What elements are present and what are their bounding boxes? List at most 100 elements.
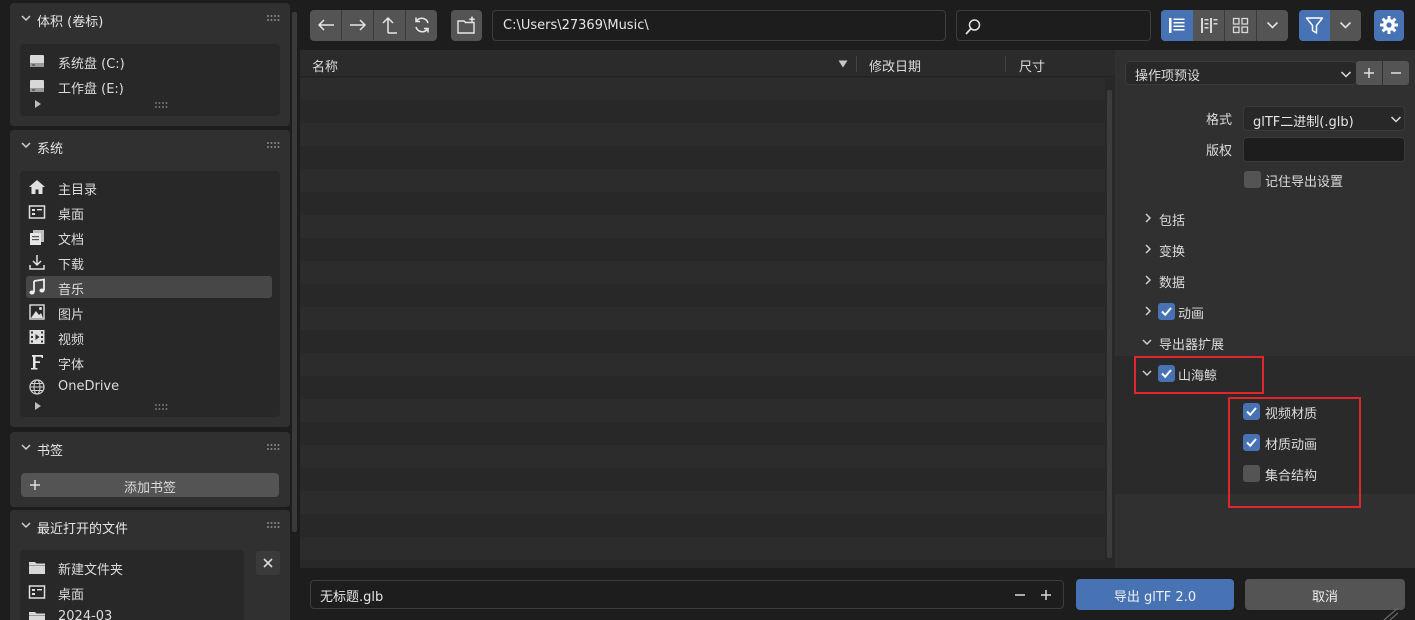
folder-icon [29, 612, 45, 620]
file-list: 名称 修改日期 尺寸 [300, 50, 1115, 568]
arrow-right-icon [349, 19, 366, 31]
column-size-header[interactable]: 尺寸 [1019, 56, 1045, 75]
sidebar-item-label: 下载 [58, 258, 85, 273]
section-animation[interactable]: 动画 [1135, 299, 1405, 323]
drag-handle-icon[interactable] [267, 14, 281, 22]
format-dropdown[interactable]: glTF二进制(.glb) [1243, 106, 1405, 131]
drive-icon [30, 55, 44, 67]
add-preset-button[interactable] [1356, 61, 1382, 85]
sidebar-item-label: 工作盘 (E:) [58, 82, 124, 97]
checkmark-icon [1161, 307, 1172, 317]
view-vertical-list-button[interactable] [1161, 10, 1193, 41]
section-transform[interactable]: 变换 [1135, 237, 1405, 261]
sidebar-item-drive-c[interactable]: 系统盘 (C:) [26, 50, 272, 72]
chevron-down-icon [21, 444, 31, 451]
close-icon [263, 558, 273, 568]
nav-button-group [310, 10, 437, 41]
arrow-up-icon [381, 16, 397, 34]
path-input-value: C:\Users\27369\Music\ [503, 18, 649, 33]
minus-icon[interactable] [1014, 589, 1026, 601]
columns-view-icon [1201, 18, 1218, 33]
sidebar-item-documents[interactable]: 文档 [26, 226, 272, 248]
column-name-header[interactable]: 名称 [312, 56, 338, 75]
path-input[interactable]: C:\Users\27369\Music\ [492, 10, 946, 41]
filename-input[interactable]: 无标题.glb [310, 580, 1064, 609]
font-icon [31, 355, 43, 370]
copyright-input[interactable] [1243, 137, 1405, 162]
view-thumbnail-button[interactable] [1225, 10, 1256, 41]
add-bookmark-label: 添加书签 [123, 481, 176, 496]
section-include-label: 包括 [1159, 214, 1186, 229]
sort-descending-icon[interactable] [838, 60, 848, 68]
sidebar-item-downloads[interactable]: 下载 [26, 251, 272, 273]
file-list-scrollbar[interactable] [1107, 90, 1112, 558]
recent-panel-title: 最近打开的文件 [37, 522, 129, 537]
drag-handle-icon[interactable] [267, 521, 281, 529]
bookmarks-panel-header[interactable]: 书签 [10, 432, 290, 462]
chevron-down-icon [21, 522, 31, 529]
back-button[interactable] [310, 10, 341, 40]
expand-arrow-icon[interactable] [34, 100, 42, 108]
section-extensions[interactable]: 导出器扩展 [1135, 330, 1405, 354]
sidebar-item-label: 桌面 [58, 208, 85, 223]
recent-panel: 最近打开的文件 新建文件夹 桌面 2024-03 [10, 510, 290, 620]
chevron-down-icon [1266, 21, 1279, 29]
view-horizontal-list-button[interactable] [1193, 10, 1224, 41]
chevron-down-icon [1340, 71, 1352, 78]
sidebar-scrollbar[interactable] [292, 12, 297, 532]
resize-handle-icon[interactable] [155, 102, 169, 108]
search-icon [965, 19, 981, 35]
highlight-box-options [1228, 397, 1361, 508]
sidebar-item-label: 桌面 [58, 588, 85, 603]
sidebar-item-videos[interactable]: 视频 [26, 326, 272, 348]
sidebar-item-drive-e[interactable]: 工作盘 (E:) [26, 75, 272, 97]
remove-preset-button[interactable] [1383, 61, 1409, 85]
plus-icon[interactable] [1040, 589, 1052, 601]
add-bookmark-button[interactable]: 添加书签 [21, 473, 279, 497]
drag-handle-icon[interactable] [267, 141, 281, 149]
recent-panel-header[interactable]: 最近打开的文件 [10, 510, 290, 540]
filter-toggle-button[interactable] [1299, 10, 1330, 41]
section-data-label: 数据 [1159, 276, 1186, 291]
highlight-box-shanhaijing [1134, 356, 1264, 394]
system-panel-header[interactable]: 系统 [10, 130, 290, 160]
recent-list: 新建文件夹 桌面 2024-03 [20, 550, 244, 620]
resize-handle-icon[interactable] [155, 404, 169, 410]
animation-checkbox[interactable] [1158, 303, 1175, 320]
sidebar-item-pictures[interactable]: 图片 [26, 301, 272, 323]
refresh-button[interactable] [406, 10, 437, 40]
settings-button[interactable] [1374, 10, 1404, 41]
volumes-panel-header[interactable]: 体积 (卷标) [10, 3, 290, 33]
expand-arrow-icon[interactable] [34, 402, 42, 410]
recent-item-desktop[interactable]: 桌面 [26, 581, 238, 603]
filter-options-dropdown[interactable] [1330, 10, 1361, 41]
sidebar-item-onedrive[interactable]: OneDrive [26, 376, 272, 398]
operator-preset-dropdown[interactable]: 操作项预设 [1125, 61, 1357, 85]
export-button[interactable]: 导出 glTF 2.0 [1076, 579, 1234, 610]
sidebar-item-desktop[interactable]: 桌面 [26, 201, 272, 223]
forward-button[interactable] [342, 10, 373, 40]
resize-corner-icon[interactable] [1380, 606, 1400, 620]
section-extensions-label: 导出器扩展 [1159, 338, 1225, 353]
recent-item-new-folder[interactable]: 新建文件夹 [26, 556, 238, 578]
drag-handle-icon[interactable] [267, 443, 281, 451]
system-list: 主目录 桌面 文档 下载 音乐 图片 视频 字体 OneDrive [20, 171, 280, 417]
parent-dir-button[interactable] [374, 10, 405, 40]
section-include[interactable]: 包括 [1135, 206, 1405, 230]
operator-preset-label: 操作项预设 [1135, 69, 1201, 84]
section-data[interactable]: 数据 [1135, 268, 1405, 292]
view-options-dropdown[interactable] [1257, 10, 1288, 41]
sidebar-item-home[interactable]: 主目录 [26, 176, 272, 198]
remember-settings-checkbox[interactable] [1244, 171, 1261, 188]
chevron-right-icon [1145, 306, 1152, 316]
search-input[interactable] [956, 10, 1151, 41]
system-panel-title: 系统 [37, 142, 64, 157]
new-folder-button[interactable] [451, 10, 482, 41]
column-date-header[interactable]: 修改日期 [869, 56, 921, 75]
volumes-list: 系统盘 (C:) 工作盘 (E:) [20, 44, 280, 116]
sidebar-item-fonts[interactable]: 字体 [26, 351, 272, 373]
sidebar-item-label: 2024-03 [58, 609, 113, 620]
clear-recent-button[interactable] [256, 551, 280, 575]
sidebar-item-music[interactable]: 音乐 [26, 276, 272, 298]
recent-item-2024-03[interactable]: 2024-03 [26, 606, 238, 620]
